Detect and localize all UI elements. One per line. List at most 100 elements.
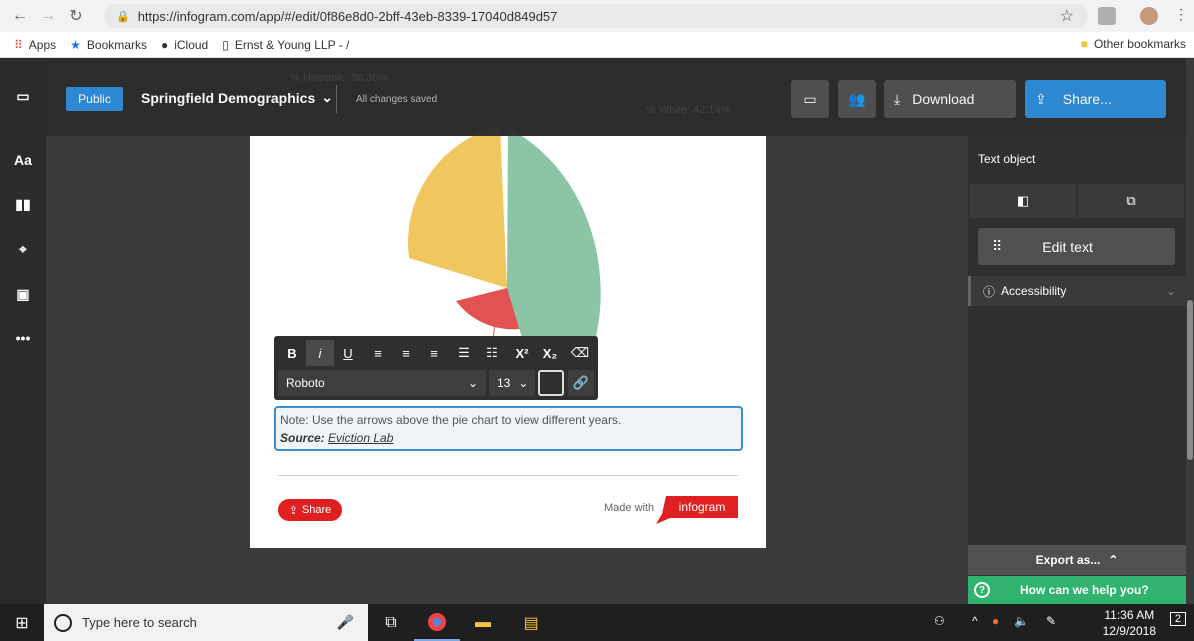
italic-button[interactable]: i bbox=[306, 340, 334, 366]
windows-start-icon[interactable]: ⊞ bbox=[0, 604, 44, 641]
layout-toggle-icon[interactable]: ◧ bbox=[970, 184, 1076, 218]
link-icon[interactable]: 🔗 bbox=[568, 370, 594, 396]
users-icon: 👥 bbox=[848, 90, 866, 107]
subscript-button[interactable]: X₂ bbox=[536, 340, 564, 366]
cortana-icon bbox=[54, 613, 72, 632]
page-icon: ▯ bbox=[222, 37, 229, 52]
pie-slice-white bbox=[507, 128, 601, 358]
bullet-list-icon[interactable]: ☰ bbox=[450, 340, 478, 366]
share-icon: ⇪ bbox=[1035, 90, 1047, 107]
font-family-select[interactable]: Roboto ⌄ bbox=[278, 370, 486, 396]
align-left-icon[interactable]: ≡ bbox=[364, 340, 392, 366]
folder-icon: ■ bbox=[1080, 37, 1088, 51]
notifications-icon[interactable]: 2 bbox=[1169, 612, 1186, 626]
download-button[interactable]: ⤓ Download bbox=[884, 80, 1016, 118]
export-button[interactable]: Export as... ⌃ bbox=[968, 545, 1186, 575]
taskbar-search[interactable]: Type here to search 🎤 bbox=[44, 604, 368, 641]
bookmark-bookmarks[interactable]: ★ Bookmarks bbox=[70, 38, 147, 52]
accessibility-section[interactable]: ⓘ Accessibility ⌄ bbox=[968, 276, 1186, 306]
left-toolbar: ▭ Aa ▮▮ ⌖ ▣ ••• bbox=[0, 58, 46, 604]
bookmark-star-icon[interactable]: ☆ bbox=[1060, 6, 1074, 26]
properties-panel: Text object ◧ ⧉ ⠿ Edit text ⓘ Accessibil… bbox=[968, 136, 1186, 604]
rail-objects-icon[interactable]: ▭ bbox=[0, 78, 46, 114]
chevron-down-icon: ⌄ bbox=[1165, 284, 1176, 298]
clock[interactable]: 11:36 AM 12/9/2018 bbox=[1103, 607, 1156, 639]
panel-title: Text object bbox=[978, 152, 1036, 166]
grid-icon: ⠿ bbox=[992, 238, 1003, 254]
bookmarks-bar: ⠿ Apps ★ Bookmarks ● iCloud ▯ Ernst & Young … bbox=[0, 32, 1194, 58]
update-icon[interactable]: ● bbox=[992, 614, 999, 628]
underline-button[interactable]: U bbox=[334, 340, 362, 366]
superscript-button[interactable]: X² bbox=[508, 340, 536, 366]
text-format-toolbar: B i U ≡ ≡ ≡ ☰ ☷ X² X₂ ⌫ Roboto ⌄ 13 ⌄ 🔗 bbox=[274, 336, 598, 400]
rail-map-icon[interactable]: ⌖ bbox=[0, 231, 46, 267]
other-bookmarks[interactable]: ■ Other bookmarks bbox=[1081, 37, 1186, 51]
note-source: Source: Eviction Lab bbox=[280, 431, 394, 445]
font-size-select[interactable]: 13 ⌄ bbox=[489, 370, 535, 396]
share-pill-button[interactable]: ⇪ Share bbox=[278, 499, 342, 521]
chevron-down-icon: ⌄ bbox=[518, 376, 529, 390]
extension-icon[interactable] bbox=[1098, 7, 1116, 25]
rail-more-icon[interactable]: ••• bbox=[0, 320, 46, 356]
chevron-up-icon[interactable]: ^ bbox=[972, 614, 978, 628]
public-badge[interactable]: Public bbox=[66, 87, 123, 111]
infogram-logo[interactable]: infogram bbox=[656, 496, 738, 524]
share-button[interactable]: ⇪ Share... bbox=[1025, 80, 1166, 118]
preview-button[interactable]: ▭ bbox=[791, 80, 829, 118]
source-link[interactable]: Eviction Lab bbox=[328, 431, 393, 445]
collaborators-button[interactable]: 👥 bbox=[838, 80, 876, 118]
rail-chart-icon[interactable]: ▮▮ bbox=[0, 186, 46, 222]
align-right-icon[interactable]: ≡ bbox=[420, 340, 448, 366]
back-icon[interactable]: ← bbox=[6, 7, 34, 25]
menu-icon[interactable]: ⋮ bbox=[1174, 6, 1188, 23]
help-icon: ? bbox=[974, 582, 990, 598]
sticky-notes-icon[interactable]: ▤ bbox=[508, 604, 554, 641]
monitor-icon: ▭ bbox=[803, 90, 817, 107]
numbered-list-icon[interactable]: ☷ bbox=[478, 340, 506, 366]
bookmark-ernst-young[interactable]: ▯ Ernst & Young LLP - / bbox=[222, 38, 349, 52]
download-icon: ⤓ bbox=[894, 90, 901, 107]
text-color-swatch[interactable] bbox=[538, 370, 564, 396]
save-status: All changes saved bbox=[356, 94, 438, 105]
people-icon[interactable]: ⚇ bbox=[934, 614, 945, 628]
chevron-up-icon: ⌃ bbox=[1108, 553, 1119, 567]
rail-image-icon[interactable]: ▣ bbox=[0, 276, 46, 312]
edit-text-button[interactable]: ⠿ Edit text bbox=[978, 228, 1175, 265]
microphone-icon[interactable]: 🎤 bbox=[337, 614, 354, 631]
chrome-logo bbox=[428, 612, 446, 631]
lock-icon: 🔒 bbox=[116, 10, 130, 23]
chevron-down-icon: ⌄ bbox=[321, 89, 333, 105]
accessibility-icon: ⓘ bbox=[983, 284, 996, 299]
pen-icon[interactable]: ✎ bbox=[1046, 614, 1056, 628]
hidden-label-hispanic: % Hispanic: 38.30% bbox=[290, 72, 389, 84]
footer-divider bbox=[278, 475, 738, 476]
apps-grid-icon: ⠿ bbox=[14, 37, 23, 52]
address-bar[interactable]: 🔒 https://infogram.com/app/#/edit/0f86e8… bbox=[104, 4, 1088, 28]
forward-icon[interactable]: → bbox=[34, 7, 62, 25]
profile-avatar[interactable] bbox=[1140, 7, 1158, 25]
volume-icon[interactable]: 🔈 bbox=[1014, 614, 1029, 628]
note-text-box[interactable]: Note: Use the arrows above the pie chart… bbox=[274, 406, 743, 451]
bold-button[interactable]: B bbox=[278, 340, 306, 366]
scrollbar-thumb[interactable] bbox=[1187, 300, 1193, 460]
hidden-label-white: % White: 42.14% bbox=[646, 104, 731, 116]
system-tray: ⚇ ^ ● 🔈 ✎ 11:36 AM 12/9/2018 2 bbox=[914, 604, 1194, 641]
divider bbox=[336, 85, 337, 113]
duplicate-icon[interactable]: ⧉ bbox=[1078, 184, 1184, 218]
bookmark-icloud[interactable]: ● iCloud bbox=[161, 38, 208, 52]
bookmark-apps[interactable]: ⠿ Apps bbox=[14, 38, 56, 52]
chevron-down-icon: ⌄ bbox=[467, 376, 478, 390]
document-title[interactable]: Springfield Demographics ⌄ bbox=[141, 89, 333, 106]
reload-icon[interactable]: ↻ bbox=[62, 6, 90, 26]
file-explorer-icon[interactable]: ▬ bbox=[460, 604, 506, 641]
windows-taskbar: ⊞ Type here to search 🎤 ⧉ ▬ ▤ ⚇ ^ ● 🔈 ✎ … bbox=[0, 604, 1194, 641]
help-chat-button[interactable]: ? How can we help you? bbox=[968, 576, 1186, 604]
browser-toolbar: ← → ↻ 🔒 https://infogram.com/app/#/edit/… bbox=[0, 0, 1194, 32]
align-center-icon[interactable]: ≡ bbox=[392, 340, 420, 366]
task-view-icon[interactable]: ⧉ bbox=[368, 604, 414, 641]
clear-format-icon[interactable]: ⌫ bbox=[566, 340, 594, 366]
chrome-icon[interactable] bbox=[414, 604, 460, 641]
rail-text-icon[interactable]: Aa bbox=[0, 142, 46, 178]
note-text: Note: Use the arrows above the pie chart… bbox=[280, 413, 622, 427]
editor-top-bar: % Hispanic: 38.30% % White: 42.14% Publi… bbox=[46, 58, 1194, 136]
